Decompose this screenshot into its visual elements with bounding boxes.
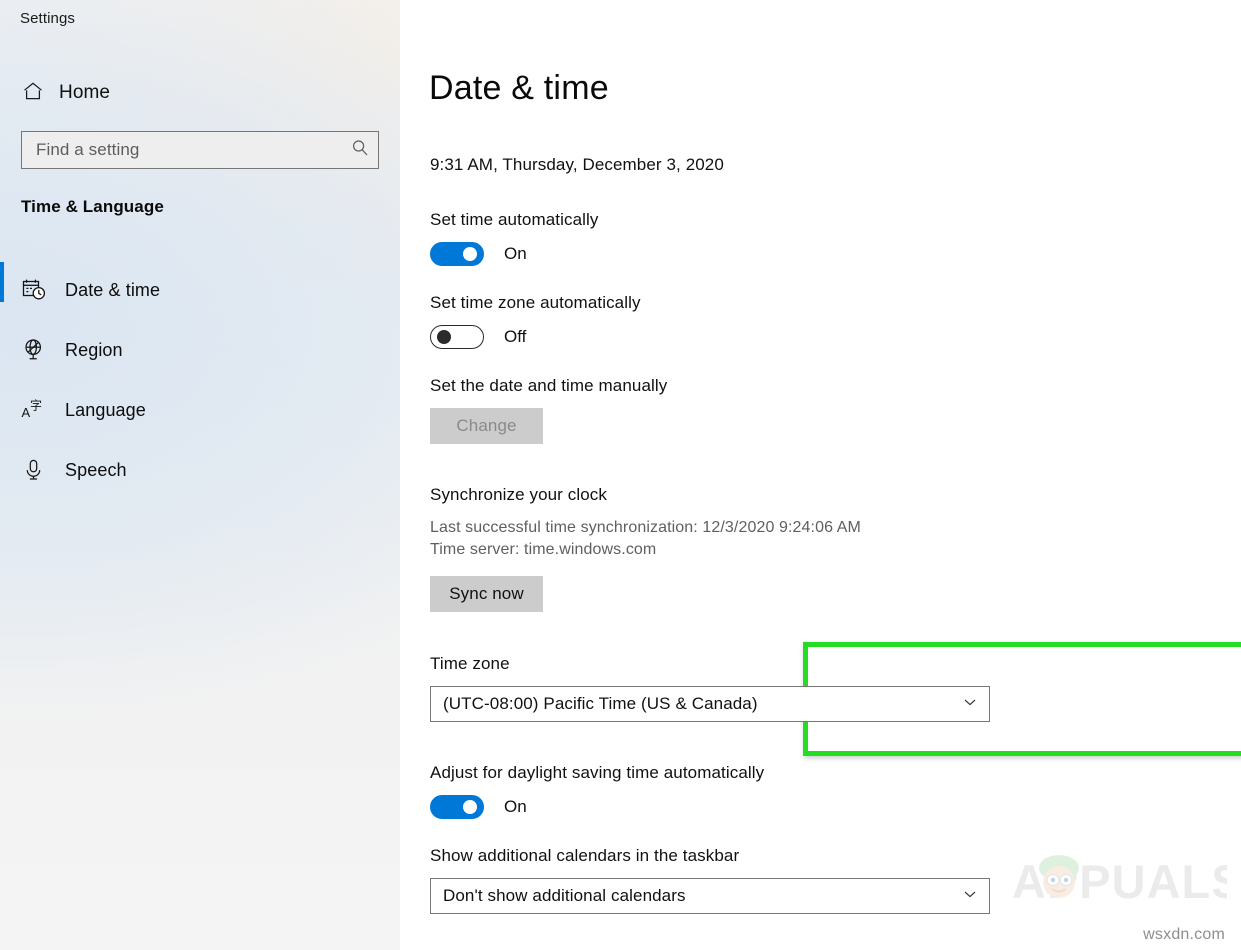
set-timezone-automatically-toggle[interactable] (430, 325, 484, 349)
microphone-icon (21, 457, 47, 483)
set-time-automatically-toggle[interactable] (430, 242, 484, 266)
daylight-saving-toggle-row: On (430, 795, 764, 819)
app-title: Settings (20, 10, 75, 27)
set-timezone-automatically-toggle-row: Off (430, 325, 641, 349)
search-icon (350, 138, 370, 163)
current-datetime-value: 9:31 AM, Thursday, December 3, 2020 (430, 155, 724, 175)
sidebar-item-date-time[interactable]: Date & time (0, 260, 400, 320)
set-time-automatically-group: Set time automatically On (430, 210, 599, 266)
set-manually-group: Set the date and time manually Change (430, 376, 667, 444)
sidebar: Settings Home Find a setting Time & Lang… (0, 0, 400, 950)
svg-text:字: 字 (30, 398, 42, 413)
sidebar-item-language-label: Language (65, 400, 146, 421)
search-placeholder: Find a setting (36, 140, 350, 160)
sidebar-item-home[interactable]: Home (14, 74, 386, 112)
search-input[interactable]: Find a setting (21, 131, 379, 169)
set-time-automatically-toggle-row: On (430, 242, 599, 266)
time-zone-label: Time zone (430, 654, 990, 674)
svg-text:APPUALS: APPUALS (1012, 855, 1227, 908)
sidebar-item-region-label: Region (65, 340, 123, 361)
toggle-knob (463, 800, 477, 814)
daylight-saving-label: Adjust for daylight saving time automati… (430, 763, 764, 783)
chevron-down-icon (961, 885, 979, 908)
set-timezone-automatically-state: Off (504, 327, 526, 347)
sidebar-section-title: Time & Language (21, 197, 164, 217)
daylight-saving-toggle[interactable] (430, 795, 484, 819)
appuals-watermark: APPUALS (1012, 848, 1227, 914)
last-sync-text: Last successful time synchronization: 12… (430, 517, 861, 539)
globe-icon (21, 337, 47, 363)
toggle-knob (437, 330, 451, 344)
time-zone-select[interactable]: (UTC-08:00) Pacific Time (US & Canada) (430, 686, 990, 722)
toggle-knob (463, 247, 477, 261)
sidebar-item-date-time-label: Date & time (65, 280, 160, 301)
settings-window: Settings Home Find a setting Time & Lang… (0, 0, 1241, 950)
synchronize-clock-group: Synchronize your clock Last successful t… (430, 485, 861, 612)
page-title: Date & time (429, 66, 619, 110)
sidebar-item-home-label: Home (59, 82, 110, 104)
calendar-clock-icon (21, 277, 47, 303)
sidebar-item-speech[interactable]: Speech (0, 440, 400, 500)
time-zone-value: (UTC-08:00) Pacific Time (US & Canada) (443, 694, 961, 714)
set-time-automatically-label: Set time automatically (430, 210, 599, 230)
set-manually-label: Set the date and time manually (430, 376, 667, 396)
sidebar-nav: Date & time Region A (0, 260, 400, 500)
additional-calendars-label: Show additional calendars in the taskbar (430, 846, 990, 866)
synchronize-clock-label: Synchronize your clock (430, 485, 861, 505)
set-time-automatically-state: On (504, 244, 527, 264)
set-timezone-automatically-group: Set time zone automatically Off (430, 293, 641, 349)
language-icon: A 字 (21, 397, 47, 423)
main-content: Current date and time Date & time 9:31 A… (400, 0, 1241, 950)
time-zone-group: Time zone (UTC-08:00) Pacific Time (US &… (430, 654, 990, 722)
time-server-text: Time server: time.windows.com (430, 539, 861, 561)
additional-calendars-value: Don't show additional calendars (443, 886, 961, 906)
daylight-saving-state: On (504, 797, 527, 817)
change-button[interactable]: Change (430, 408, 543, 444)
daylight-saving-group: Adjust for daylight saving time automati… (430, 763, 764, 819)
additional-calendars-select[interactable]: Don't show additional calendars (430, 878, 990, 914)
additional-calendars-group: Show additional calendars in the taskbar… (430, 846, 990, 914)
chevron-down-icon (961, 693, 979, 716)
home-icon (21, 79, 45, 108)
source-watermark: wsxdn.com (1143, 926, 1225, 944)
sidebar-item-speech-label: Speech (65, 460, 127, 481)
sidebar-item-language[interactable]: A 字 Language (0, 380, 400, 440)
sync-now-button[interactable]: Sync now (430, 576, 543, 612)
set-timezone-automatically-label: Set time zone automatically (430, 293, 641, 313)
sidebar-item-region[interactable]: Region (0, 320, 400, 380)
